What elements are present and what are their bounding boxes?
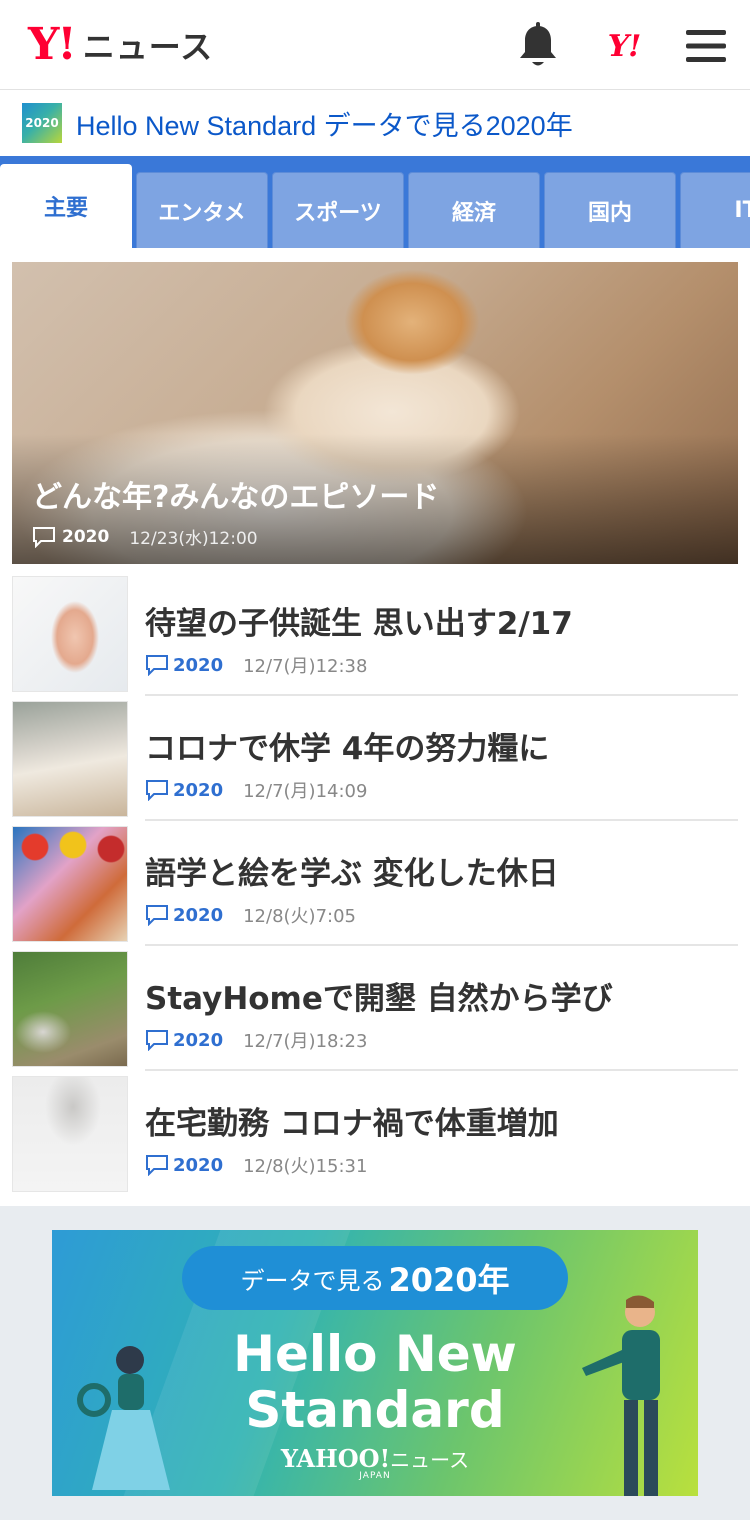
- yahoo-japan-icon: Y!: [607, 28, 642, 64]
- article-meta: 2020 12/7(月)12:38: [145, 652, 367, 678]
- promo-banner[interactable]: データで見る 2020年 Hello New Standard YAHOO!ニュ…: [52, 1230, 698, 1496]
- tab-entertainment[interactable]: エンタメ: [136, 172, 268, 248]
- thumbnail-exercise-bike: [12, 1076, 128, 1192]
- hero-title: どんな年?みんなのエピソード: [32, 480, 440, 515]
- promo-brand-japan: JAPAN: [359, 1471, 391, 1481]
- thumbnail-baby-hand: [12, 576, 128, 692]
- article-date: 12/8(火)15:31: [243, 1156, 368, 1177]
- hero-article[interactable]: どんな年?みんなのエピソード 2020 12/23(水)12:00: [12, 262, 738, 564]
- list-item[interactable]: 語学と絵を学ぶ 変化した休日 2020 12/8(火)7:05: [12, 826, 738, 951]
- promo-headline-line2: Standard: [245, 1381, 505, 1439]
- promo-pill: データで見る 2020年: [182, 1246, 568, 1310]
- logo-text: ニュース: [82, 28, 214, 66]
- article-title: コロナで休学 4年の努力糧に: [145, 731, 550, 767]
- thumbnail-open-book: [12, 701, 128, 817]
- comment-icon: [145, 1029, 169, 1051]
- article-meta: 2020 12/8(火)7:05: [145, 902, 356, 928]
- article-date: 12/8(火)7:05: [243, 906, 356, 927]
- promo-headline: Hello New Standard: [52, 1326, 698, 1438]
- thumbnail-garden: [12, 951, 128, 1067]
- comment-icon: [145, 779, 169, 801]
- promo-brand-yahoo: YAHOO!: [280, 1444, 391, 1473]
- article-meta: 2020 12/7(月)18:23: [145, 1027, 367, 1053]
- promo-area: データで見る 2020年 Hello New Standard YAHOO!ニュ…: [0, 1206, 750, 1520]
- comment-label: 2020: [173, 654, 224, 676]
- promo-pill-prefix: データで見る: [240, 1266, 385, 1295]
- list-item[interactable]: 在宅勤務 コロナ禍で体重増加 2020 12/8(火)15:31: [12, 1076, 738, 1201]
- tab-sports[interactable]: スポーツ: [272, 172, 404, 248]
- promo-pill-year: 2020年: [388, 1261, 510, 1299]
- yahoo-news-logo[interactable]: Y! ニュース: [28, 18, 213, 72]
- list-item[interactable]: StayHomeで開墾 自然から学び 2020 12/7(月)18:23: [12, 951, 738, 1076]
- app-header: Y! ニュース Y!: [0, 0, 750, 90]
- promo-brand-suffix: ニュース: [390, 1448, 470, 1472]
- article-meta: 2020 12/7(月)14:09: [145, 777, 367, 803]
- comment-icon: [145, 1154, 169, 1176]
- tab-domestic[interactable]: 国内: [544, 172, 676, 248]
- article-meta: 2020 12/8(火)15:31: [145, 1152, 367, 1178]
- comment-label: 2020: [173, 1154, 224, 1176]
- feature-banner-title: Hello New Standard データで見る2020年: [76, 110, 573, 141]
- list-item[interactable]: 待望の子供誕生 思い出す2/17 2020 12/7(月)12:38: [12, 576, 738, 701]
- hero-meta: 2020 12/23(水)12:00: [32, 524, 258, 549]
- yahoo-japan-button[interactable]: Y!: [598, 20, 650, 72]
- article-title: 在宅勤務 コロナ禍で体重増加: [145, 1106, 559, 1142]
- article-date: 12/7(月)14:09: [243, 781, 368, 802]
- tab-main[interactable]: 主要: [0, 164, 132, 248]
- logo-mark: Y!: [28, 19, 77, 70]
- article-date: 12/7(月)12:38: [243, 656, 368, 677]
- comment-icon: [145, 904, 169, 926]
- category-tabs: 主要 エンタメ スポーツ 経済 国内 IT: [0, 156, 750, 248]
- article-date: 12/7(月)18:23: [243, 1031, 368, 1052]
- hamburger-menu-icon[interactable]: [680, 20, 732, 72]
- hero-date: 12/23(水)12:00: [129, 529, 258, 549]
- article-title: StayHomeで開墾 自然から学び: [145, 981, 613, 1017]
- comment-icon: [145, 654, 169, 676]
- comment-icon: [32, 526, 56, 548]
- feature-banner-link[interactable]: 2020 Hello New Standard データで見る2020年: [0, 90, 750, 156]
- tab-economy[interactable]: 経済: [408, 172, 540, 248]
- comment-label: 2020: [173, 904, 224, 926]
- promo-brand: YAHOO!ニュース JAPAN: [52, 1444, 698, 1481]
- comment-label: 2020: [173, 1029, 224, 1051]
- year-badge: 2020: [22, 103, 62, 143]
- comment-label: 2020: [173, 779, 224, 801]
- article-list: 待望の子供誕生 思い出す2/17 2020 12/7(月)12:38 コロナで休…: [12, 576, 738, 1201]
- tab-it[interactable]: IT: [680, 172, 750, 248]
- notification-bell-icon[interactable]: [512, 20, 564, 72]
- hero-comment-label: 2020: [62, 526, 110, 547]
- list-item[interactable]: コロナで休学 4年の努力糧に 2020 12/7(月)14:09: [12, 701, 738, 826]
- article-title: 語学と絵を学ぶ 変化した休日: [145, 856, 559, 892]
- article-title: 待望の子供誕生 思い出す2/17: [145, 606, 573, 642]
- promo-headline-line1: Hello New: [233, 1325, 517, 1383]
- thumbnail-paints: [12, 826, 128, 942]
